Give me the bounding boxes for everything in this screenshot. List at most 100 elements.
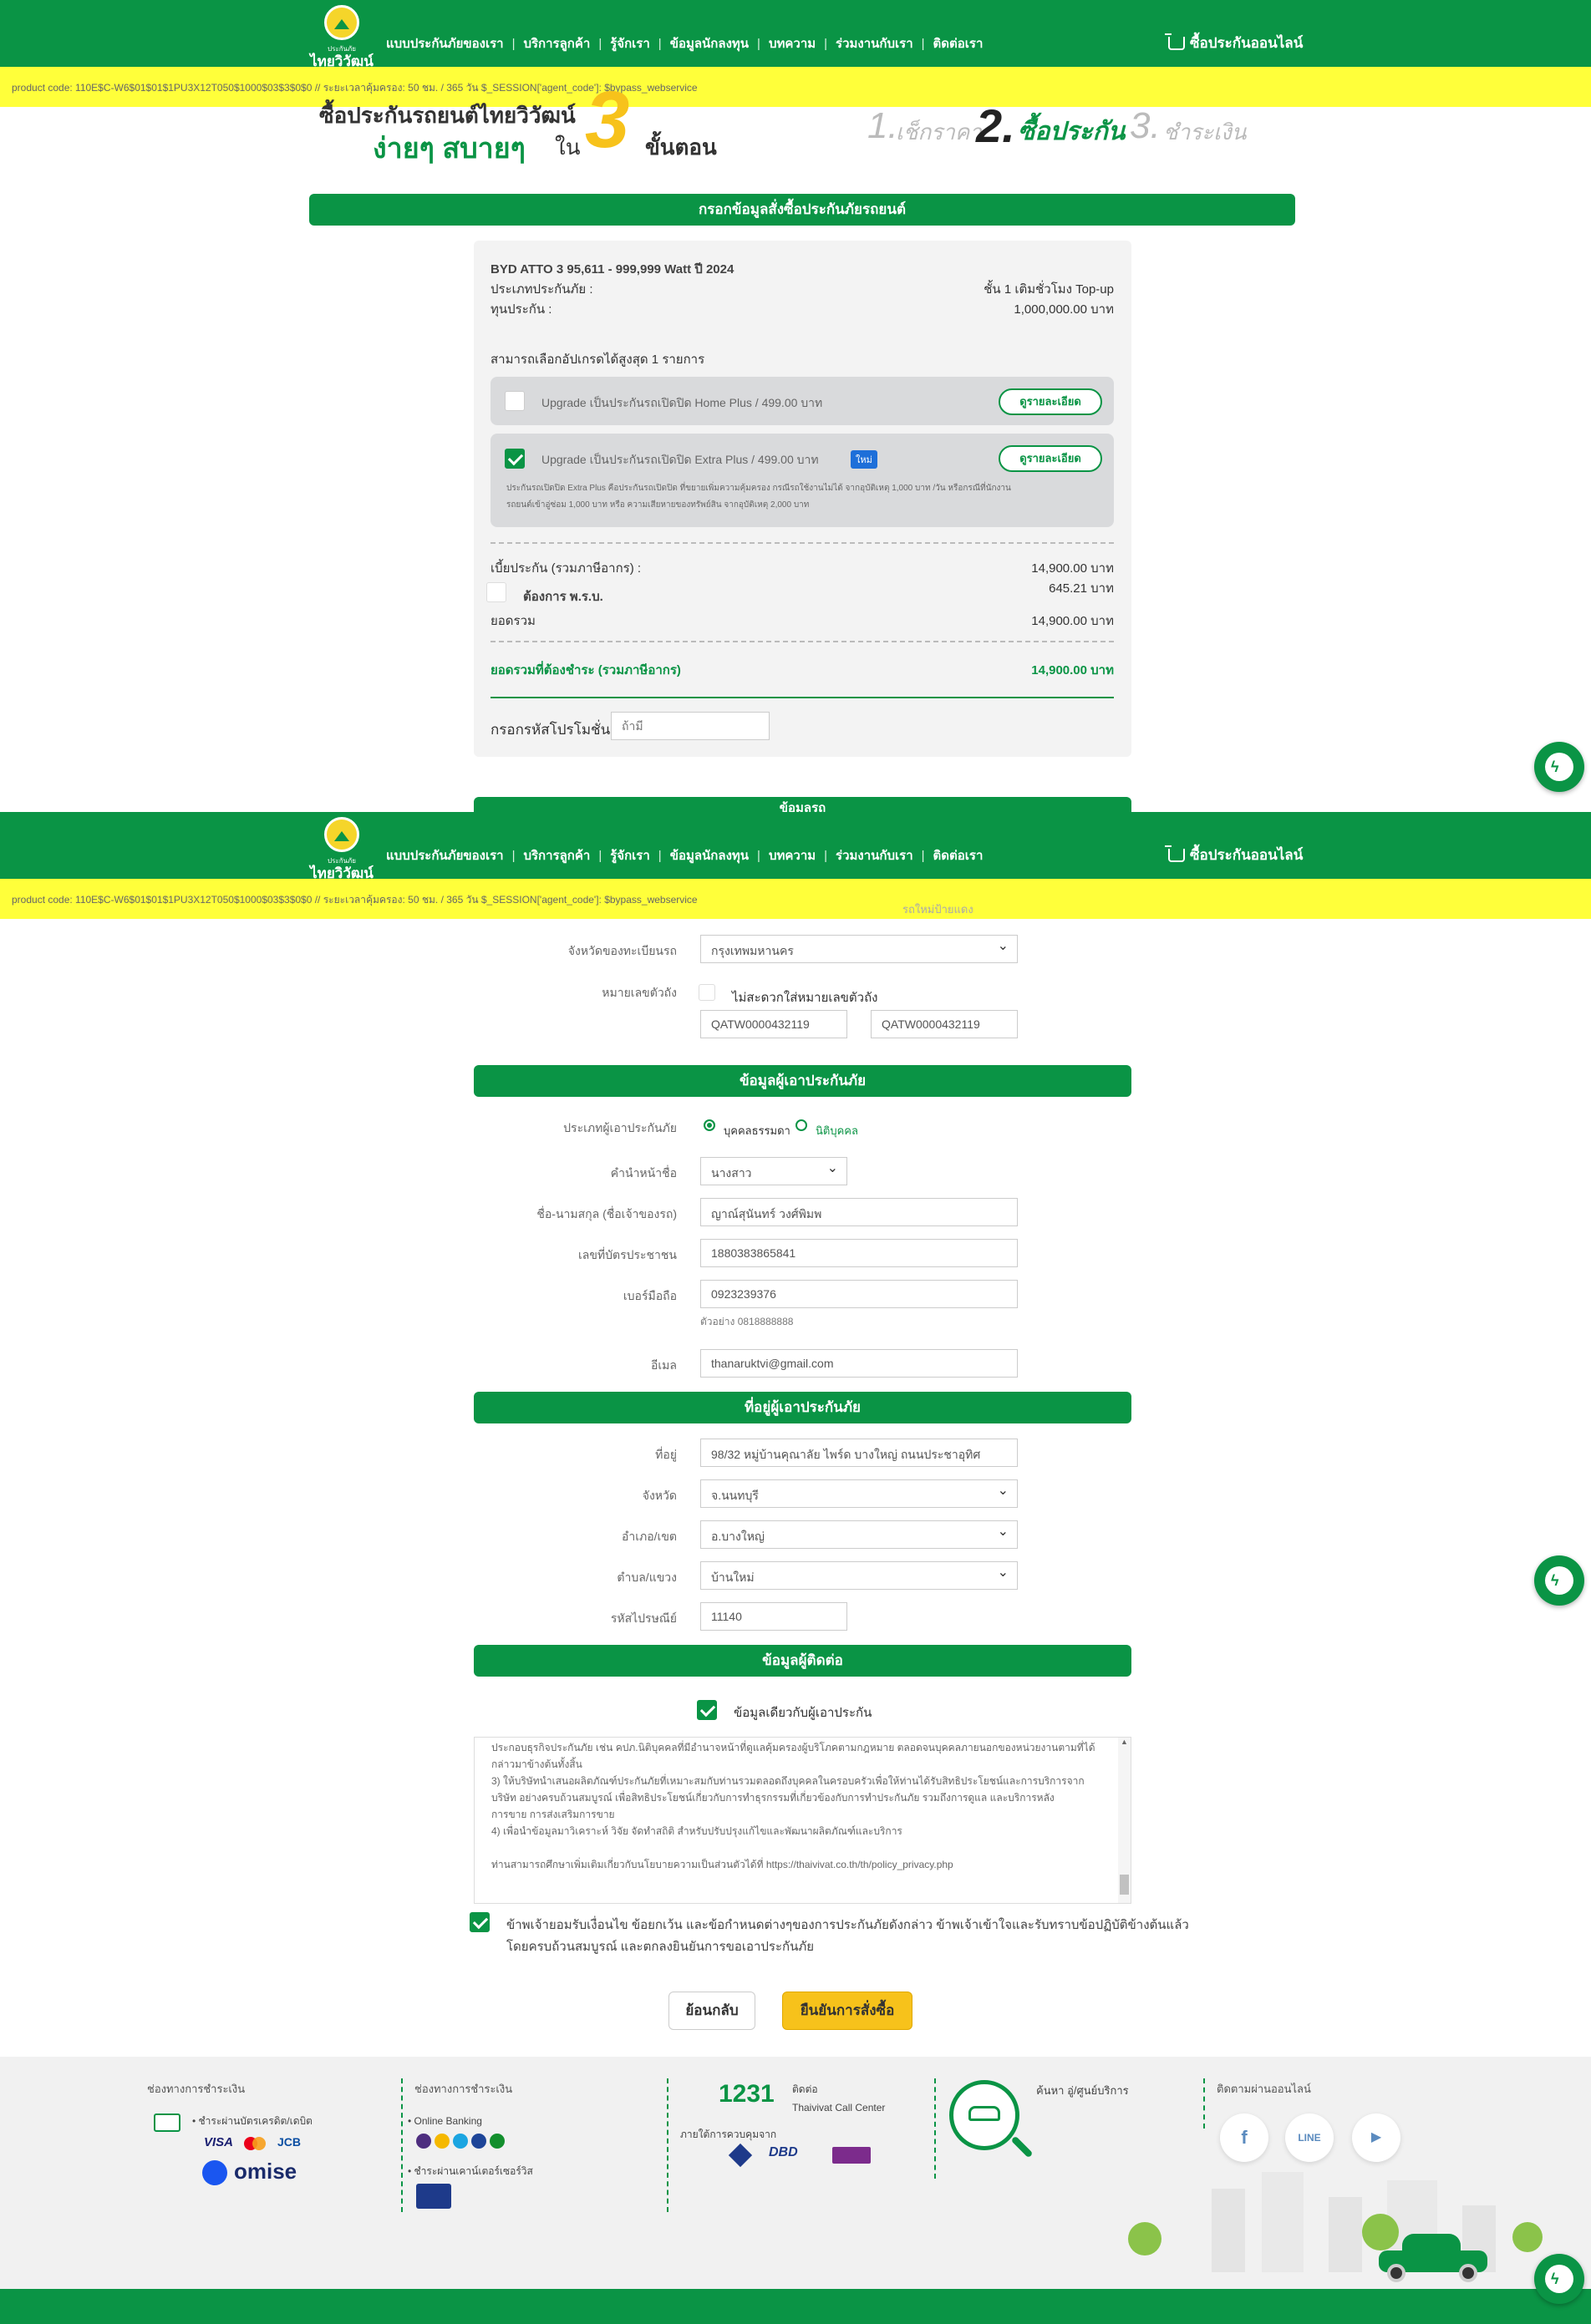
upgrade-home-plus-label: Upgrade เป็นประกันรถเปิดปิด Home Plus / … <box>541 396 823 409</box>
prefix-select[interactable]: นางสาว <box>700 1157 847 1185</box>
district-select[interactable]: อ.บางใหญ่ <box>700 1520 1018 1549</box>
nav-item-careers[interactable]: ร่วมงานกับเรา <box>836 845 913 865</box>
subdistrict-select[interactable]: บ้านใหม่ <box>700 1561 1018 1590</box>
reg-province-select[interactable]: กรุงเทพมหานคร <box>700 935 1018 963</box>
divider <box>667 2078 668 2212</box>
nav-item-services[interactable]: บริการลูกค้า <box>523 33 590 53</box>
prb-label: ต้องการ พ.ร.บ. <box>523 590 603 604</box>
same-as-insured-label: ข้อมูลเดียวกับผู้เอาประกัน <box>734 1706 872 1720</box>
privacy-line: 3) ให้บริษัทนำเสนอผลิตภัณฑ์ประกันภัยที่เ… <box>491 1775 1085 1787</box>
car-model: BYD ATTO 3 95,611 - 999,999 Watt ปี 2024 <box>491 262 735 277</box>
premium-label: เบี้ยประกัน (รวมภาษีอากร) : <box>491 561 642 576</box>
chassis-label: หมายเลขตัวถัง <box>602 986 677 999</box>
credit-card-label: • ชำระผ่านบัตรเครดิต/เดบิต <box>192 2115 313 2127</box>
mastercard-icon <box>244 2137 266 2150</box>
nav-item-articles[interactable]: บทความ <box>769 845 816 865</box>
subdistrict-label: ตำบล/แขวง <box>617 1570 677 1584</box>
visa-icon: VISA <box>204 2135 234 2149</box>
nav-item-products[interactable]: แบบประกันภัยของเรา <box>386 33 504 53</box>
main-nav: แบบประกันภัยของเรา | บริการลูกค้า | รู้จัก… <box>386 845 983 865</box>
thaivivat-logo[interactable]: ประกันภัย ไทยวิวัฒน์ <box>309 5 374 69</box>
thaivivat-logo[interactable]: ประกันภัย ไทยวิวัฒน์ <box>309 817 374 880</box>
address-section-title: ที่อยู่ผู้เอาประกันภัย <box>474 1392 1131 1423</box>
back-button[interactable]: ย้อนกลับ <box>668 1992 755 2030</box>
logo-emblem-icon <box>324 5 359 40</box>
buy-online-link[interactable]: ซื้อประกันออนไลน์ <box>1165 32 1303 54</box>
amount-due-value: 14,900.00 บาท <box>1031 663 1114 677</box>
sum-insured-label: ทุนประกัน : <box>491 302 552 317</box>
chassis-number-input[interactable]: QATW0000432119 <box>700 1010 847 1038</box>
find-garage-label[interactable]: ค้นหา อู่/ศูนย์บริการ <box>1036 2082 1129 2099</box>
new-badge: ใหม่ <box>851 450 877 469</box>
nav-item-about[interactable]: รู้จักเรา <box>610 845 650 865</box>
nav-item-contact[interactable]: ติดต่อเรา <box>933 845 984 865</box>
province-select[interactable]: จ.นนทบุรี <box>700 1479 1018 1508</box>
privacy-policy-textbox[interactable]: ประกอบธุรกิจประกันภัย เช่น คปภ.นิติบุคคล… <box>474 1737 1131 1904</box>
divider <box>934 2078 936 2179</box>
omise-logo-icon <box>202 2160 227 2185</box>
promo-code-input[interactable] <box>611 712 770 740</box>
fullname-label: ชื่อ-นามสกุล (ชื่อเจ้าของรถ) <box>536 1207 677 1220</box>
step1-number: 1. <box>867 105 898 146</box>
privacy-scrollbar[interactable]: ▲ <box>1118 1738 1131 1903</box>
social-title: ติดตามผ่านออนไลน์ <box>1217 2083 1311 2095</box>
corporate-radio[interactable] <box>796 1119 807 1131</box>
divider <box>1203 2078 1205 2129</box>
insurance-type-value: ชั้น 1 เติมชั่วโมง Top-up <box>984 282 1114 297</box>
id-card-label: เลขที่บัตรประชาชน <box>577 1248 677 1261</box>
privacy-line: ประกอบธุรกิจประกันภัย เช่น คปภ.นิติบุคคล… <box>491 1742 1095 1753</box>
payment-bank-title: ช่องทางการชำระเงิน <box>414 2083 513 2095</box>
nav-item-articles[interactable]: บทความ <box>769 33 816 53</box>
divider <box>491 697 1114 698</box>
total-value: 14,900.00 บาท <box>1031 614 1114 628</box>
upgrade-extra-plus-label: Upgrade เป็นประกันรถเปิดปิด Extra Plus /… <box>541 453 819 466</box>
home-plus-details-button[interactable]: ดูรายละเอียด <box>999 388 1102 415</box>
scroll-up-icon[interactable]: ▲ <box>1118 1738 1131 1746</box>
confirm-order-button[interactable]: ยืนยันการสั่งซื้อ <box>782 1992 912 2030</box>
messenger-icon <box>1545 2265 1573 2293</box>
same-as-insured-checkbox[interactable] <box>697 1700 717 1720</box>
line-icon[interactable]: LINE <box>1285 2113 1334 2162</box>
nav-item-products[interactable]: แบบประกันภัยของเรา <box>386 845 504 865</box>
prefix-label: คำนำหน้าชื่อ <box>610 1166 677 1180</box>
scrollbar-thumb[interactable] <box>1120 1875 1129 1895</box>
privacy-line: 4) เพื่อนำข้อมูลมาวิเคราะห์ วิจัย จัดทำส… <box>491 1825 902 1837</box>
id-card-input[interactable]: 1880383865841 <box>700 1239 1018 1267</box>
regulator-logos: DBD <box>728 2143 882 2169</box>
car-info-title-partial: ข้อมูลรถ <box>474 797 1131 812</box>
province-label: จังหวัด <box>642 1489 677 1502</box>
hero-easy: ง่ายๆ สบายๆ <box>373 133 526 165</box>
nav-item-services[interactable]: บริการลูกค้า <box>523 845 590 865</box>
step2-number: 2. <box>976 99 1015 152</box>
person-radio[interactable] <box>704 1119 715 1131</box>
find-garage-icon[interactable] <box>949 2080 1019 2150</box>
messenger-chat-button[interactable]: ϟ <box>1534 1555 1584 1606</box>
credit-card-icon <box>154 2113 180 2132</box>
debug-product-code: product code: 110E$C-W6$01$01$1PU3X12T05… <box>0 879 1591 919</box>
messenger-chat-button[interactable]: ϟ <box>1534 742 1584 792</box>
upgrade-extra-plus-checkbox[interactable] <box>505 449 525 469</box>
upgrade-home-plus-checkbox[interactable] <box>505 391 525 411</box>
sum-insured-value: 1,000,000.00 บาท <box>1014 302 1114 317</box>
nav-item-investor[interactable]: ข้อมูลนักลงทุน <box>670 845 749 865</box>
messenger-chat-button[interactable]: ϟ <box>1534 2254 1584 2304</box>
chassis-number-confirm-input[interactable]: QATW0000432119 <box>871 1010 1018 1038</box>
youtube-icon[interactable]: ▶ <box>1352 2113 1400 2162</box>
address-input[interactable]: 98/32 หมู่บ้านคุณาลัย ไพร์ด บางใหญ่ ถนนป… <box>700 1439 1018 1467</box>
zipcode-input[interactable]: 11140 <box>700 1602 847 1631</box>
facebook-icon[interactable]: f <box>1220 2113 1268 2162</box>
nav-item-contact[interactable]: ติดต่อเรา <box>933 33 984 53</box>
extra-plus-details-button[interactable]: ดูรายละเอียด <box>999 445 1102 472</box>
no-chassis-checkbox[interactable] <box>699 984 715 1001</box>
consent-checkbox[interactable] <box>470 1912 490 1932</box>
mobile-input[interactable]: 0923239376 <box>700 1280 1018 1308</box>
buy-online-link[interactable]: ซื้อประกันออนไลน์ <box>1165 844 1303 866</box>
prb-checkbox[interactable] <box>486 582 506 602</box>
nav-item-careers[interactable]: ร่วมงานกับเรา <box>836 33 913 53</box>
email-input[interactable]: thanaruktvi@gmail.com <box>700 1349 1018 1378</box>
nav-item-about[interactable]: รู้จักเรา <box>610 33 650 53</box>
fullname-input[interactable]: ญาณ์สุนันทร์ วงศ์พิมพ <box>700 1198 1018 1226</box>
hero-in: ใน <box>555 134 581 160</box>
bank-icons <box>416 2134 516 2150</box>
nav-item-investor[interactable]: ข้อมูลนักลงทุน <box>670 33 749 53</box>
